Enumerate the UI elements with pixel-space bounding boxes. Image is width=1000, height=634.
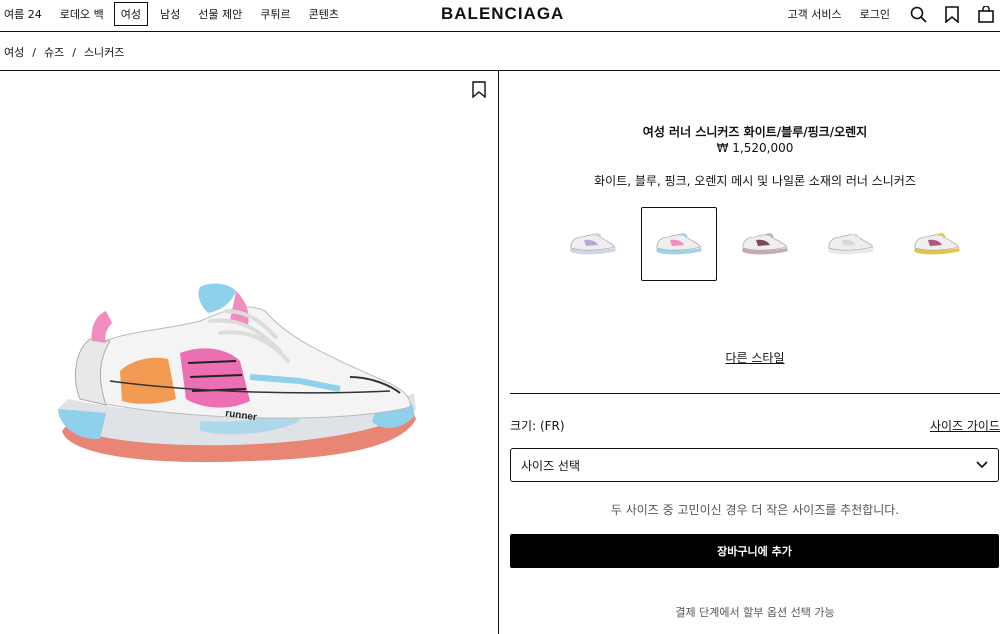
other-styles-link[interactable]: 다른 스타일 xyxy=(500,349,1000,366)
size-select-dropdown[interactable]: 사이즈 선택 xyxy=(510,448,999,482)
size-recommendation-note: 두 사이즈 중 고민이신 경우 더 작은 사이즈를 추천합니다. xyxy=(610,503,900,517)
primary-nav: 여름 24 로데오 백 여성 남성 선물 제안 쿠튀르 콘텐츠 xyxy=(4,0,357,28)
breadcrumb-separator: / xyxy=(72,45,76,59)
color-variant-thumbnail[interactable] xyxy=(555,207,631,281)
add-to-cart-button[interactable]: 장바구니에 추가 xyxy=(510,534,999,568)
sneaker-illustration: runner xyxy=(57,283,416,463)
login-link[interactable]: 로그인 xyxy=(860,6,890,22)
sneaker-thumbnail-icon xyxy=(570,233,616,255)
color-variant-selector xyxy=(555,207,975,281)
nav-item-men[interactable]: 남성 xyxy=(160,6,180,22)
bookmark-icon[interactable] xyxy=(942,4,962,24)
sneaker-thumbnail-icon xyxy=(656,233,702,255)
nav-item-women[interactable]: 여성 xyxy=(113,2,148,26)
color-variant-thumbnail[interactable] xyxy=(641,207,717,281)
breadcrumb-separator: / xyxy=(32,45,36,59)
top-navigation: 여름 24 로데오 백 여성 남성 선물 제안 쿠튀르 콘텐츠 BALENCIA… xyxy=(0,0,1000,32)
product-details-pane: 여성 러너 스니커즈 화이트/블루/핑크/오렌지 ₩ 1,520,000 화이트… xyxy=(500,71,1000,634)
brand-logo[interactable]: BALENCIAGA xyxy=(441,4,564,24)
payment-installment-note: 결제 단계에서 할부 옵션 선택 가능 xyxy=(675,606,835,619)
product-description: 화이트, 블루, 핑크, 오렌지 메시 및 나일론 소재의 러너 스니커즈 xyxy=(594,174,916,188)
product-hero-image: runner xyxy=(50,281,420,471)
shopping-bag-icon[interactable] xyxy=(976,4,996,24)
chevron-down-icon xyxy=(976,458,988,472)
product-image-pane: runner xyxy=(0,71,499,634)
search-icon[interactable] xyxy=(908,4,928,24)
sneaker-thumbnail-icon xyxy=(828,233,874,255)
nav-item-rodeo-bag[interactable]: 로데오 백 xyxy=(60,6,104,22)
nav-item-couture[interactable]: 쿠튀르 xyxy=(260,6,290,22)
nav-item-content[interactable]: 콘텐츠 xyxy=(309,6,339,22)
wishlist-bookmark-icon[interactable] xyxy=(472,81,488,99)
size-label: 크기: (FR) xyxy=(510,419,565,433)
breadcrumb: 여성 / 슈즈 / 스니커즈 xyxy=(4,44,124,60)
sneaker-thumbnail-icon xyxy=(914,233,960,255)
product-title: 여성 러너 스니커즈 화이트/블루/핑크/오렌지 xyxy=(642,125,868,139)
details-divider xyxy=(510,393,1000,394)
breadcrumb-women[interactable]: 여성 xyxy=(4,44,24,60)
nav-item-summer[interactable]: 여름 24 xyxy=(4,6,42,22)
breadcrumb-sneakers[interactable]: 스니커즈 xyxy=(84,44,124,60)
breadcrumb-shoes[interactable]: 슈즈 xyxy=(44,44,64,60)
sneaker-thumbnail-icon xyxy=(742,233,788,255)
size-select-value: 사이즈 선택 xyxy=(521,458,581,473)
utility-nav: 고객 서비스 로그인 xyxy=(788,0,1000,28)
color-variant-thumbnail[interactable] xyxy=(899,207,975,281)
customer-service-link[interactable]: 고객 서비스 xyxy=(788,6,842,22)
size-guide-link[interactable]: 사이즈 가이드 xyxy=(930,417,1000,434)
color-variant-thumbnail[interactable] xyxy=(727,207,803,281)
nav-item-gifts[interactable]: 선물 제안 xyxy=(198,6,242,22)
product-price: ₩ 1,520,000 xyxy=(716,141,794,155)
color-variant-thumbnail[interactable] xyxy=(813,207,889,281)
